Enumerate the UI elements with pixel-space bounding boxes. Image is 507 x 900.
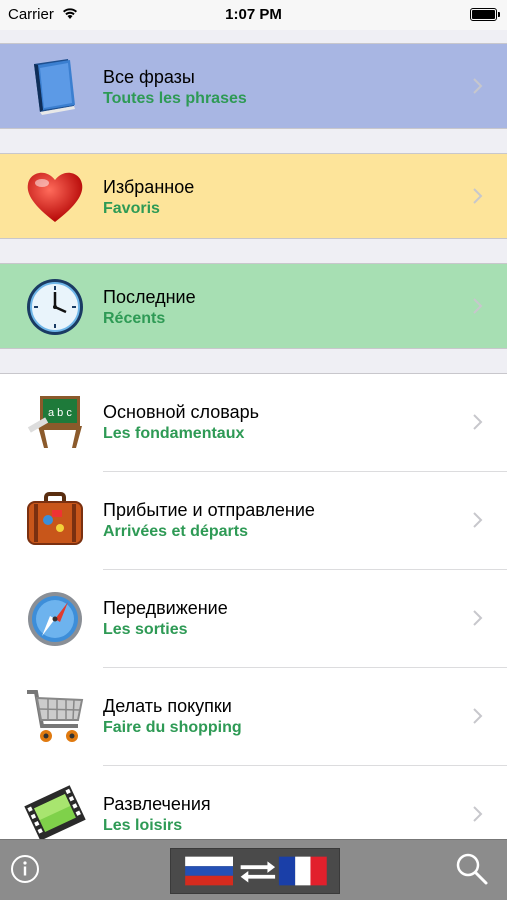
shopping-cart-icon: [27, 690, 84, 742]
row-title: Избранное: [103, 177, 195, 197]
chalkboard-icon: a b c: [27, 396, 82, 448]
row-subtitle: Arrivées et départs: [103, 523, 248, 540]
language-swap-icon[interactable]: [170, 848, 340, 894]
suitcase-icon: [27, 492, 83, 545]
chevron-right-icon: [473, 708, 483, 724]
bottom-toolbar: [0, 839, 507, 900]
chevron-right-icon: [473, 188, 483, 204]
clock-time: 1:07 PM: [225, 6, 282, 23]
row-all-phrases[interactable]: Все фразы Toutes les phrases: [0, 43, 507, 129]
row-subtitle: Récents: [103, 310, 166, 327]
film-icon: [24, 785, 86, 841]
compass-icon: [28, 592, 82, 646]
row-favorites[interactable]: Избранное Favoris: [0, 153, 507, 239]
battery-icon: [470, 8, 500, 21]
row-subtitle: Faire du shopping: [103, 719, 242, 736]
row-subtitle: Toutes les phrases: [103, 90, 247, 107]
row-title: Развлечения: [103, 794, 211, 814]
status-bar: Carrier 1:07 PM: [0, 0, 507, 30]
row-arrivals-departures[interactable]: Прибытие и отправление Arrivées et dépar…: [0, 472, 507, 570]
row-title: Передвижение: [103, 598, 228, 618]
chevron-right-icon: [473, 610, 483, 626]
category-list: a b c Основной словарь Les fondamentaux …: [0, 373, 507, 843]
svg-text:a b c: a b c: [48, 407, 72, 419]
row-title: Последние: [103, 287, 196, 307]
chevron-right-icon: [473, 78, 483, 94]
row-title: Прибытие и отправление: [103, 500, 315, 520]
chevron-right-icon: [473, 414, 483, 430]
clock-icon: [27, 279, 83, 335]
row-getting-around[interactable]: Передвижение Les sorties: [0, 570, 507, 668]
book-icon: [34, 59, 75, 115]
row-recents[interactable]: Последние Récents: [0, 263, 507, 349]
row-subtitle: Les sorties: [103, 621, 188, 638]
chevron-right-icon: [473, 512, 483, 528]
chevron-right-icon: [473, 298, 483, 314]
row-title: Все фразы: [103, 67, 195, 87]
row-subtitle: Favoris: [103, 200, 160, 217]
heart-icon: [27, 172, 83, 222]
row-title: Делать покупки: [103, 696, 232, 716]
info-icon[interactable]: [10, 854, 40, 884]
row-shopping[interactable]: Делать покупки Faire du shopping: [0, 668, 507, 766]
chevron-right-icon: [473, 806, 483, 822]
row-entertainment[interactable]: Развлечения Les loisirs: [0, 766, 507, 844]
row-subtitle: Les fondamentaux: [103, 425, 245, 442]
row-title: Основной словарь: [103, 402, 259, 422]
row-subtitle: Les loisirs: [103, 817, 183, 834]
row-basic-vocabulary[interactable]: a b c Основной словарь Les fondamentaux: [0, 374, 507, 472]
search-icon[interactable]: [455, 852, 489, 886]
